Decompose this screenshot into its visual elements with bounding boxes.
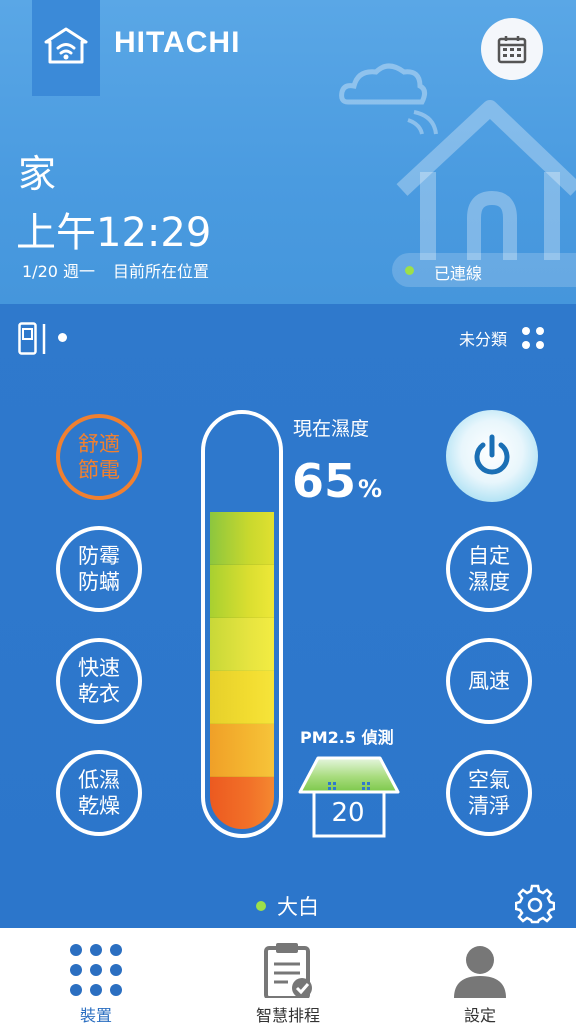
device-panel: 未分類 舒適 節電 防霉 防蟎 快速 乾衣 低濕 乾燥 現在濕度 65% 自定 …	[0, 304, 576, 928]
power-icon	[474, 434, 510, 475]
mode-label-line2: 清淨	[468, 794, 510, 818]
humidity-unit: %	[358, 475, 383, 503]
location-name: 家	[18, 152, 57, 196]
nav-item-schedule[interactable]: 智慧排程	[218, 928, 358, 1025]
grid-dots-icon	[70, 944, 122, 996]
mode-label-line2: 乾衣	[78, 682, 120, 706]
humidity-value: 65	[292, 454, 357, 508]
pm25-label: PM2.5 偵測	[300, 728, 394, 747]
nav-item-settings[interactable]: 設定	[410, 928, 550, 1025]
mode-label-line1: 空氣	[468, 768, 510, 792]
bottom-nav: 裝置 智慧排程 設定	[0, 928, 576, 1025]
mode-label-line2: 濕度	[468, 570, 510, 594]
mode-label-line2: 乾燥	[78, 794, 120, 818]
date-text: 1/20 週一	[22, 262, 96, 281]
mode-low-humidity-button[interactable]: 低濕 乾燥	[56, 750, 142, 836]
connection-text: 已連線	[434, 264, 483, 283]
humidity-readout: 65%	[292, 454, 382, 508]
mode-label-line1: 自定	[468, 544, 510, 568]
mode-label-line1: 防霉	[78, 544, 120, 568]
nav-label: 智慧排程	[255, 1006, 320, 1025]
mode-anti-mold-button[interactable]: 防霉 防蟎	[56, 526, 142, 612]
brand-name: HITACHI	[114, 26, 241, 59]
pm25-value: 20	[331, 798, 365, 828]
mode-label-line2: 節電	[78, 458, 120, 482]
mode-label-line2: 防蟎	[78, 570, 120, 594]
header: HITACHI 家 上午12:29 1/20 週一 目前所在位置 已連線	[0, 0, 576, 304]
dehumidifier-icon[interactable]	[18, 322, 48, 356]
nav-item-devices[interactable]: 裝置	[26, 928, 166, 1025]
mode-label-line1: 舒適	[78, 432, 120, 456]
mode-comfort-saving-button[interactable]: 舒適 節電	[56, 414, 142, 500]
brand-logo-box	[32, 0, 100, 96]
category-grid-icon[interactable]	[521, 326, 545, 350]
connection-status: 已連線	[392, 253, 576, 287]
page-indicator-dot	[58, 333, 67, 342]
device-status-row: 大白	[0, 891, 576, 921]
device-online-dot-icon	[256, 901, 266, 911]
power-button[interactable]	[446, 410, 538, 502]
wifi-home-icon	[44, 27, 88, 64]
mode-label-line1: 低濕	[78, 768, 120, 792]
device-name[interactable]: 大白	[277, 891, 319, 921]
house-cloud-illustration	[339, 63, 576, 260]
mode-fan-speed-button[interactable]: 風速	[446, 638, 532, 724]
humidity-gauge-fill	[210, 512, 274, 829]
nav-label: 裝置	[79, 1006, 112, 1025]
date-line: 1/20 週一 目前所在位置	[22, 258, 209, 282]
category-label: 未分類	[459, 330, 508, 349]
mode-label-line1: 快速	[78, 656, 120, 680]
mode-label: 風速	[468, 669, 510, 693]
clock-time: 上午12:29	[16, 210, 212, 256]
user-icon	[454, 946, 506, 998]
humidity-gauge	[201, 410, 283, 838]
position-label: 目前所在位置	[113, 262, 210, 281]
gear-icon[interactable]	[515, 884, 555, 924]
mode-air-purify-button[interactable]: 空氣 清淨	[446, 750, 532, 836]
nav-label: 設定	[463, 1006, 496, 1025]
humidity-label: 現在濕度	[293, 418, 370, 440]
mode-custom-humidity-button[interactable]: 自定 濕度	[446, 526, 532, 612]
mode-fast-dry-button[interactable]: 快速 乾衣	[56, 638, 142, 724]
connection-dot-icon	[405, 266, 414, 275]
schedule-clipboard-icon	[264, 943, 312, 998]
